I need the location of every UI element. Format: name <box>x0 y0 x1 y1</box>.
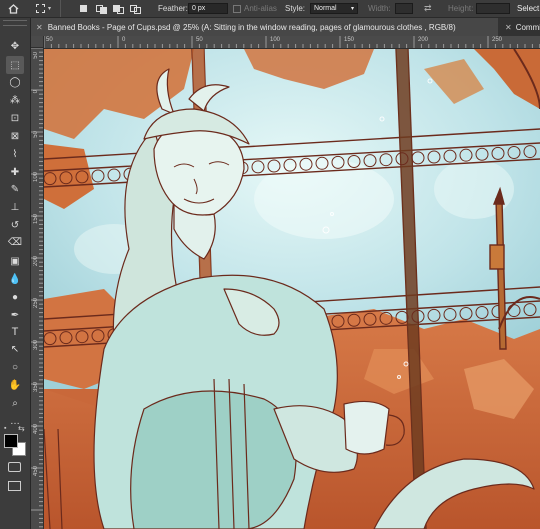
options-bar: ▾ Feather: 0 px Anti-alias Style: Normal… <box>0 0 540 18</box>
crop-tool-icon[interactable]: ⊡ <box>6 109 24 127</box>
document-tabs: ✕ Banned Books - Page of Cups.psd @ 25% … <box>31 18 540 36</box>
height-input[interactable] <box>476 3 510 14</box>
clone-stamp-tool-icon[interactable]: ⊥ <box>6 198 24 216</box>
ruler-label: 50 <box>33 131 39 138</box>
width-label: Width: <box>368 4 391 13</box>
home-icon[interactable] <box>8 0 19 17</box>
screen-mode-icon[interactable] <box>8 481 21 491</box>
feather-label: Feather: <box>158 4 188 13</box>
close-icon[interactable]: ✕ <box>505 23 512 32</box>
blur-tool-icon[interactable]: 💧 <box>6 270 24 288</box>
document-canvas[interactable] <box>44 49 540 529</box>
eraser-tool-icon[interactable]: ⌫ <box>6 233 24 251</box>
lasso-tool-icon[interactable]: ◯ <box>6 73 24 91</box>
style-label: Style: <box>285 4 306 13</box>
ruler-label: 100 <box>33 172 39 183</box>
chevron-down-icon: ▾ <box>350 6 354 12</box>
anti-alias-checkbox[interactable]: Anti-alias <box>233 0 277 17</box>
ruler-label: 200 <box>418 37 429 43</box>
ruler-label: 50 <box>33 52 39 59</box>
feather-input[interactable]: 0 px <box>188 3 228 14</box>
foreground-color-swatch[interactable] <box>4 434 18 448</box>
close-icon[interactable]: ✕ <box>36 23 43 32</box>
ruler-label: 0 <box>122 37 126 43</box>
ruler-label: 150 <box>33 214 39 225</box>
zoom-tool-icon[interactable]: ⌕ <box>6 394 24 412</box>
gradient-tool-icon[interactable]: ▣ <box>6 252 24 270</box>
tab-title: Banned Books - Page of Cups.psd @ 25% (A… <box>47 22 456 32</box>
quick-mask-icon[interactable] <box>8 462 21 472</box>
width-input[interactable] <box>395 3 413 14</box>
ruler-label: 50 <box>46 37 53 43</box>
subtract-selection-icon[interactable] <box>113 0 124 17</box>
healing-brush-tool-icon[interactable]: ✚ <box>6 163 24 181</box>
dodge-tool-icon[interactable]: ● <box>6 288 24 306</box>
ruler-label: 350 <box>33 382 39 393</box>
brush-tool-icon[interactable]: ✎ <box>6 180 24 198</box>
new-selection-icon[interactable] <box>80 0 87 17</box>
ruler-label: 100 <box>270 37 281 43</box>
hand-tool-icon[interactable]: ✋ <box>6 376 24 394</box>
tab-commission[interactable]: ✕ Commiss <box>500 18 540 36</box>
ruler-label: 450 <box>33 466 39 477</box>
intersect-selection-icon[interactable] <box>130 0 141 17</box>
path-selection-tool-icon[interactable]: ↖ <box>6 340 24 358</box>
style-select[interactable]: Normal ▾ <box>310 3 358 14</box>
default-colors-icon[interactable]: ▪ <box>4 425 11 432</box>
ruler-label: 0 <box>33 90 39 94</box>
swap-dimensions-icon[interactable]: ⇄ <box>424 0 432 17</box>
marquee-tool-icon[interactable]: ⬚ <box>6 56 24 74</box>
ruler-label: 50 <box>196 37 203 43</box>
type-tool-icon[interactable]: T <box>6 323 24 341</box>
history-brush-tool-icon[interactable]: ↺ <box>6 216 24 234</box>
ruler-label: 250 <box>33 298 39 309</box>
ruler-origin[interactable] <box>31 36 44 48</box>
ellipse-tool-icon[interactable]: ○ <box>6 358 24 376</box>
style-value: Normal <box>314 5 337 12</box>
ruler-label: 150 <box>344 37 355 43</box>
eyedropper-tool-icon[interactable]: ⌇ <box>6 145 24 163</box>
tab-title: Commiss <box>515 22 540 32</box>
pen-tool-icon[interactable]: ✒ <box>6 306 24 324</box>
horizontal-ruler[interactable]: 50 0 50 100 150 200 250 <box>44 36 540 49</box>
select-and-mask-button[interactable]: Select <box>517 0 539 17</box>
anti-alias-label: Anti-alias <box>244 4 277 13</box>
ruler-label: 250 <box>492 37 503 43</box>
move-tool-icon[interactable]: ✥ <box>6 37 24 55</box>
panel-grip[interactable] <box>3 20 27 26</box>
ruler-label: 200 <box>33 256 39 267</box>
vertical-ruler[interactable]: 50 0 50 100 150 200 250 300 350 400 450 <box>31 48 44 529</box>
ruler-label: 300 <box>33 340 39 351</box>
marquee-preset-icon[interactable]: ▾ <box>36 0 51 17</box>
add-selection-icon[interactable] <box>96 0 107 17</box>
tab-banned-books[interactable]: ✕ Banned Books - Page of Cups.psd @ 25% … <box>31 18 498 36</box>
swap-colors-icon[interactable]: ⇆ <box>18 424 25 433</box>
height-label: Height: <box>448 4 474 13</box>
ruler-label: 400 <box>33 424 39 435</box>
frame-tool-icon[interactable]: ⊠ <box>6 127 24 145</box>
magic-wand-tool-icon[interactable]: ⁂ <box>6 91 24 109</box>
artwork <box>44 49 540 529</box>
